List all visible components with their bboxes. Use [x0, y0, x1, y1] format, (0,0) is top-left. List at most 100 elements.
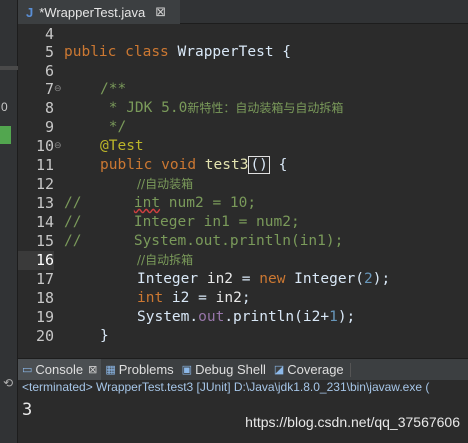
comment-text: * JDK 5.0	[100, 100, 188, 116]
fold-toggle-icon[interactable]: ⊖	[54, 80, 62, 99]
comment-text: //自动拆箱	[137, 253, 194, 267]
tab-coverage-label: Coverage	[287, 362, 344, 377]
static-field: out	[198, 309, 225, 325]
code-text: =	[233, 271, 260, 287]
comment-autobox: //自动装箱	[137, 175, 193, 194]
error-token: int	[133, 195, 161, 211]
annotation: @Test	[100, 138, 144, 154]
line-number: 7	[44, 80, 54, 98]
fold-toggle-icon[interactable]: ⊖	[54, 137, 62, 156]
code-text: {	[269, 157, 288, 173]
code-line-class-decl: public class WrapperTest {	[64, 43, 291, 62]
code-text: =	[189, 290, 216, 306]
line-number-current: 16	[18, 251, 54, 270]
comment-text-cn: 新特性：自动装箱与自动拆箱	[187, 101, 344, 115]
tab-problems[interactable]: ▦ Problems	[101, 359, 177, 381]
javadoc-line: * JDK 5.0新特性：自动装箱与自动拆箱	[100, 99, 344, 118]
progress-indicator	[0, 126, 11, 144]
code-text: System.	[137, 309, 199, 325]
code-text: );	[372, 271, 391, 287]
console-left-stub: ⟲	[0, 358, 18, 443]
code-editor[interactable]: 4 5 6 7 ⊖ 8 9 10 ⊖ 11 12 13 14 15 16 17 …	[18, 24, 468, 358]
tab-debug-shell[interactable]: ▣ Debug Shell	[178, 359, 270, 381]
editor-tab-wrappertest[interactable]: J *WrapperTest.java ⊠	[18, 0, 180, 24]
comment-marker: //	[64, 195, 82, 211]
closing-brace: }	[100, 327, 109, 346]
java-file-icon: J	[26, 4, 34, 20]
code-text: ;	[241, 290, 251, 306]
code-line-commented: // System.out.println(in1);	[64, 232, 343, 251]
code-text: );	[337, 309, 356, 325]
panel-strip	[0, 66, 18, 70]
code-text: Integer(	[285, 271, 365, 287]
debug-shell-icon: ▣	[181, 363, 193, 376]
line-number: 13	[35, 194, 54, 212]
keyword: void	[161, 157, 197, 173]
method-declaration: public void test3() {	[100, 156, 287, 175]
variable: in2	[215, 290, 242, 306]
keyword: public	[100, 157, 153, 173]
editor-tab-label: *WrapperTest.java	[39, 4, 146, 20]
line-number: 12	[35, 175, 54, 193]
editor-tab-bar: J *WrapperTest.java ⊠	[18, 0, 468, 24]
line-number: 8	[44, 99, 54, 117]
left-panel-number: 0	[1, 100, 8, 114]
close-tab-icon[interactable]: ⊠	[155, 5, 166, 20]
line-number: 11	[35, 156, 54, 174]
console-toolbar-icon[interactable]: ⟲	[3, 376, 13, 390]
comment-unbox: //自动拆箱	[137, 251, 193, 270]
problems-icon: ▦	[105, 363, 116, 376]
number-literal: 2	[364, 271, 373, 287]
line-number: 14	[35, 213, 54, 231]
line-number: 4	[44, 25, 54, 43]
text-cursor: ()	[248, 156, 270, 174]
line-number: 17	[35, 270, 54, 288]
code-line-integer-new: Integer in2 = new Integer(2);	[137, 270, 390, 289]
code-text: Integer	[137, 271, 207, 287]
divider	[349, 362, 351, 377]
class-name: WrapperTest {	[177, 44, 292, 60]
keyword: class	[125, 44, 169, 60]
annotation-test: @Test	[100, 137, 144, 156]
line-number: 10	[35, 137, 54, 155]
coverage-icon: ◪	[273, 363, 285, 376]
console-status-line: <terminated> WrapperTest.test3 [JUnit] D…	[18, 380, 468, 395]
line-number: 15	[35, 232, 54, 250]
variable: in2	[206, 271, 234, 287]
tab-console-label: Console	[35, 362, 84, 377]
number-literal: 1	[329, 309, 338, 325]
javadoc-close: */	[100, 118, 126, 137]
left-panel-stub: 0	[0, 0, 18, 358]
console-tab-bar: ▭ Console ⊠ ▦ Problems ▣ Debug Shell ◪ C…	[18, 358, 468, 381]
comment-text: /**	[100, 81, 127, 97]
code-text: }	[100, 328, 109, 344]
code-line-int-unbox: int i2 = in2;	[137, 289, 251, 308]
keyword: int	[137, 290, 164, 306]
console-icon: ▭	[22, 363, 33, 376]
console-output: 3	[22, 400, 33, 420]
javadoc-open: /**	[100, 80, 126, 99]
code-text: .println(i2+	[224, 309, 330, 325]
code-line-commented: // Integer in1 = num2;	[64, 213, 300, 232]
tab-debug-shell-label: Debug Shell	[195, 362, 266, 377]
comment-text: num2 = 10;	[160, 195, 257, 211]
variable: i2	[163, 290, 190, 306]
watermark-url: https://blog.csdn.net/qq_37567606	[245, 414, 460, 430]
code-line-println: System.out.println(i2+1);	[137, 308, 355, 327]
keyword: public	[64, 44, 117, 60]
method-name: test3	[204, 157, 249, 173]
keyword: new	[259, 271, 286, 287]
comment-text: */	[100, 119, 127, 135]
comment-text: // Integer in1 = num2;	[64, 214, 300, 230]
tab-coverage[interactable]: ◪ Coverage	[270, 359, 348, 381]
line-number: 9	[44, 118, 54, 136]
line-number: 19	[35, 308, 54, 326]
line-number: 18	[35, 289, 54, 307]
tab-console[interactable]: ▭ Console ⊠	[18, 358, 102, 381]
tab-problems-label: Problems	[118, 362, 174, 377]
code-line-commented: // int num2 = 10;	[64, 194, 256, 213]
line-number: 20	[35, 327, 54, 345]
comment-text: //自动装箱	[137, 177, 194, 191]
close-icon[interactable]: ⊠	[88, 363, 97, 376]
line-number: 6	[44, 62, 54, 80]
